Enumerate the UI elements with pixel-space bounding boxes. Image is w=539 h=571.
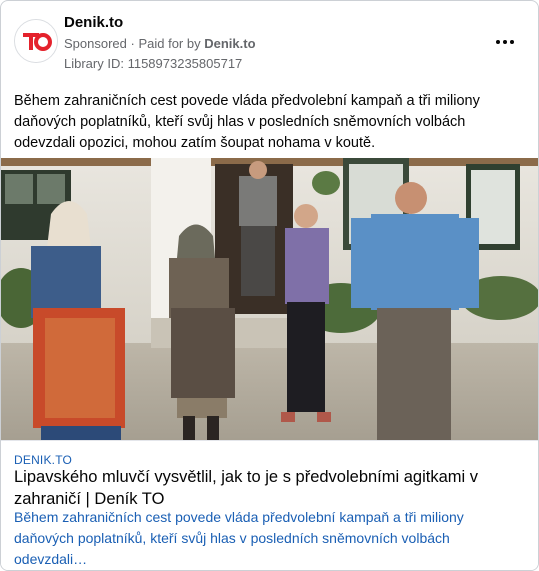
library-id: Library ID: 1158973235805717 xyxy=(64,56,243,71)
link-domain: DENIK.TO xyxy=(14,453,73,467)
link-description: Během zahraničních cest povede vláda pře… xyxy=(14,509,464,567)
ad-photo[interactable] xyxy=(1,158,539,440)
sponsored-label: Sponsored xyxy=(64,36,127,51)
more-options-icon[interactable] xyxy=(496,31,516,51)
post-header: Denik.to Sponsored · Paid for by Denik.t… xyxy=(14,13,526,73)
paid-by-link[interactable]: Denik.to xyxy=(204,36,255,51)
sponsored-line: Sponsored · Paid for by Denik.to xyxy=(64,36,256,51)
post-body-text: Během zahraničních cest povede vláda pře… xyxy=(14,93,480,151)
page-name[interactable]: Denik.to xyxy=(64,13,256,33)
ad-card: Denik.to Sponsored · Paid for by Denik.t… xyxy=(0,0,539,571)
link-headline[interactable]: Lipavského mluvčí vysvětlil, jak to je s… xyxy=(14,466,514,510)
link-preview[interactable]: DENIK.TO Lipavského mluvčí vysvětlil, ja… xyxy=(1,440,538,570)
paid-for-label: Paid for by xyxy=(138,36,201,51)
denik-to-logo xyxy=(15,20,57,62)
page-avatar[interactable] xyxy=(14,19,58,63)
